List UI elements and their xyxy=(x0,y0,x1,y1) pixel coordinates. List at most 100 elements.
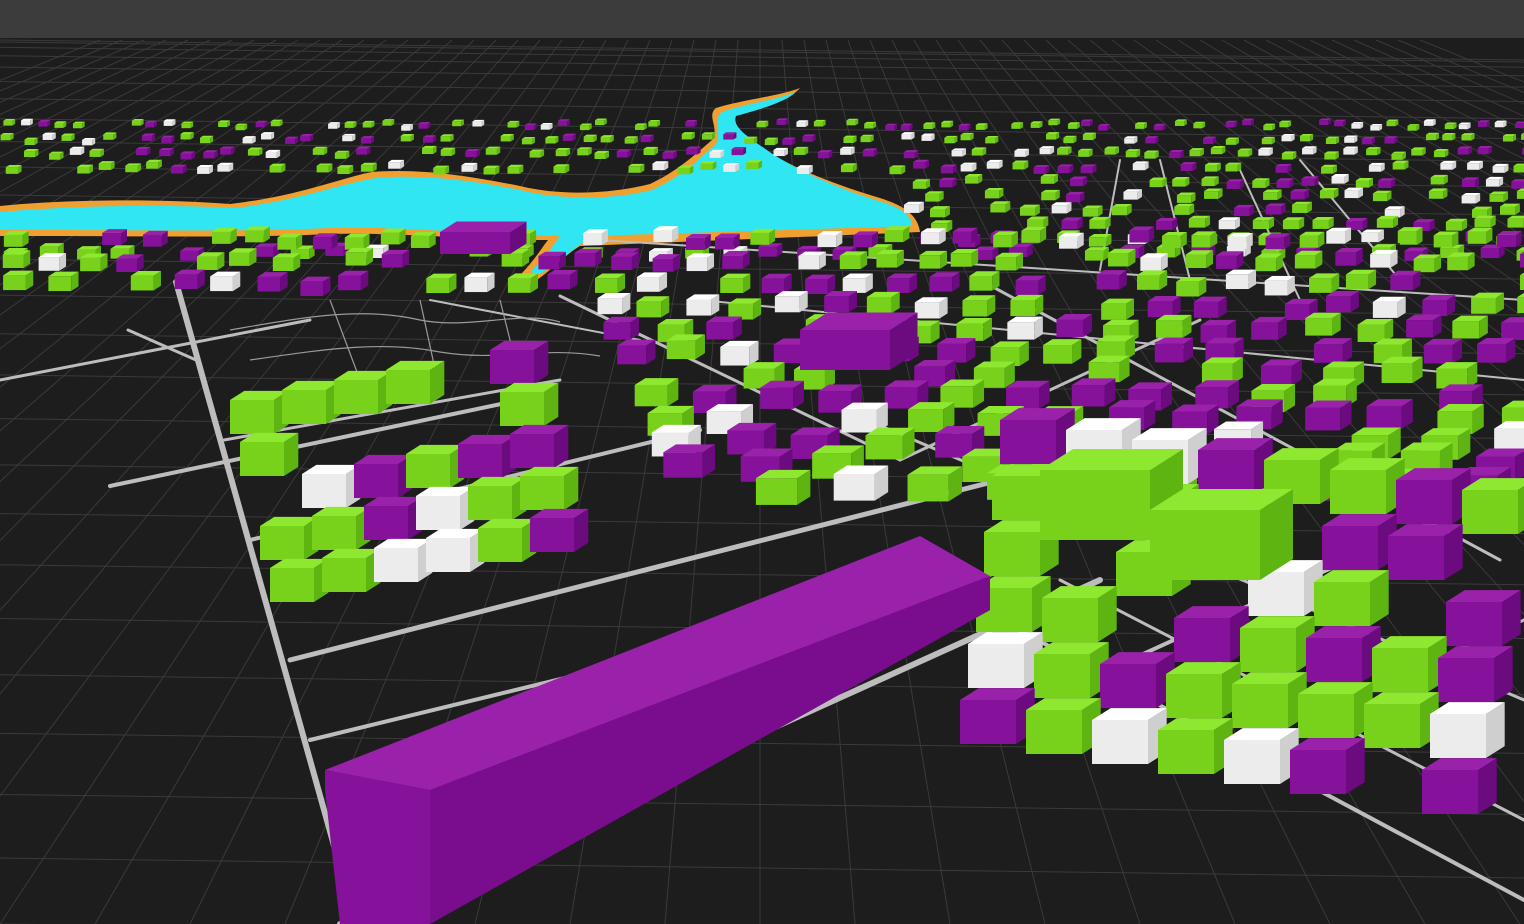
building xyxy=(555,148,571,157)
building xyxy=(1193,296,1227,318)
building xyxy=(1123,189,1142,200)
building xyxy=(1225,162,1242,172)
building xyxy=(1144,150,1159,159)
building xyxy=(1255,253,1283,272)
building xyxy=(3,230,29,247)
building xyxy=(864,121,876,129)
building xyxy=(1078,148,1093,157)
building xyxy=(611,252,639,271)
building xyxy=(701,132,716,140)
building xyxy=(1135,122,1147,129)
building xyxy=(69,146,85,155)
building xyxy=(1224,728,1299,784)
building xyxy=(1326,291,1359,313)
building xyxy=(1355,177,1374,188)
building xyxy=(1014,148,1029,157)
building xyxy=(1281,151,1297,160)
building xyxy=(1088,233,1112,247)
building xyxy=(663,444,716,478)
building xyxy=(1150,489,1293,580)
building xyxy=(553,164,570,174)
building xyxy=(1423,119,1436,126)
building xyxy=(677,165,694,175)
building xyxy=(229,248,257,266)
building xyxy=(681,132,695,140)
building xyxy=(520,466,579,510)
building xyxy=(116,254,144,273)
building xyxy=(23,148,39,158)
building xyxy=(461,162,478,172)
building xyxy=(245,226,270,243)
building xyxy=(344,121,357,128)
building xyxy=(1125,149,1141,158)
building xyxy=(1438,646,1513,702)
building xyxy=(1386,119,1399,127)
building xyxy=(1226,179,1244,189)
building xyxy=(1407,124,1420,131)
building xyxy=(388,159,405,169)
building xyxy=(1240,616,1315,672)
building xyxy=(1252,217,1275,230)
building xyxy=(521,136,536,145)
building xyxy=(1366,399,1413,430)
building xyxy=(865,427,915,460)
building xyxy=(464,272,495,293)
building xyxy=(643,146,659,156)
building xyxy=(170,164,187,174)
building xyxy=(1204,162,1221,172)
building xyxy=(1021,226,1047,243)
building xyxy=(102,229,127,246)
building xyxy=(923,122,936,129)
building xyxy=(862,148,878,157)
building xyxy=(312,146,328,155)
building xyxy=(1264,276,1295,296)
building xyxy=(1423,338,1463,364)
building xyxy=(944,135,958,144)
building xyxy=(1081,119,1093,127)
building xyxy=(817,150,833,159)
building xyxy=(98,161,115,170)
building xyxy=(1180,162,1197,172)
building xyxy=(617,339,656,365)
building xyxy=(1396,468,1471,524)
building xyxy=(583,134,597,143)
building xyxy=(255,120,268,128)
building xyxy=(1334,119,1346,127)
building xyxy=(507,164,524,174)
city-3d-viewport[interactable] xyxy=(0,0,1524,924)
building xyxy=(919,250,948,269)
building xyxy=(1172,176,1190,187)
building xyxy=(1124,136,1138,144)
building xyxy=(1290,189,1310,200)
building xyxy=(1166,662,1241,718)
building xyxy=(312,506,371,550)
building xyxy=(1201,176,1219,187)
building xyxy=(968,632,1043,688)
building xyxy=(1225,269,1257,290)
building xyxy=(914,297,948,319)
building xyxy=(1169,149,1184,159)
building xyxy=(886,273,918,293)
building xyxy=(941,120,954,128)
building xyxy=(316,163,333,173)
building xyxy=(1188,215,1211,228)
building xyxy=(993,231,1018,248)
building xyxy=(824,290,857,313)
building xyxy=(1515,121,1524,129)
building xyxy=(594,150,609,159)
building xyxy=(802,134,816,142)
building xyxy=(903,201,924,213)
building xyxy=(969,271,1000,291)
building xyxy=(1485,176,1504,187)
building xyxy=(42,132,56,140)
building xyxy=(636,296,670,318)
building xyxy=(603,316,640,340)
building xyxy=(840,146,855,155)
building xyxy=(1069,176,1088,187)
building xyxy=(1027,216,1049,229)
building xyxy=(1033,164,1050,174)
building xyxy=(38,253,67,271)
building xyxy=(1461,133,1475,141)
building xyxy=(1361,136,1375,145)
building xyxy=(1041,189,1060,201)
